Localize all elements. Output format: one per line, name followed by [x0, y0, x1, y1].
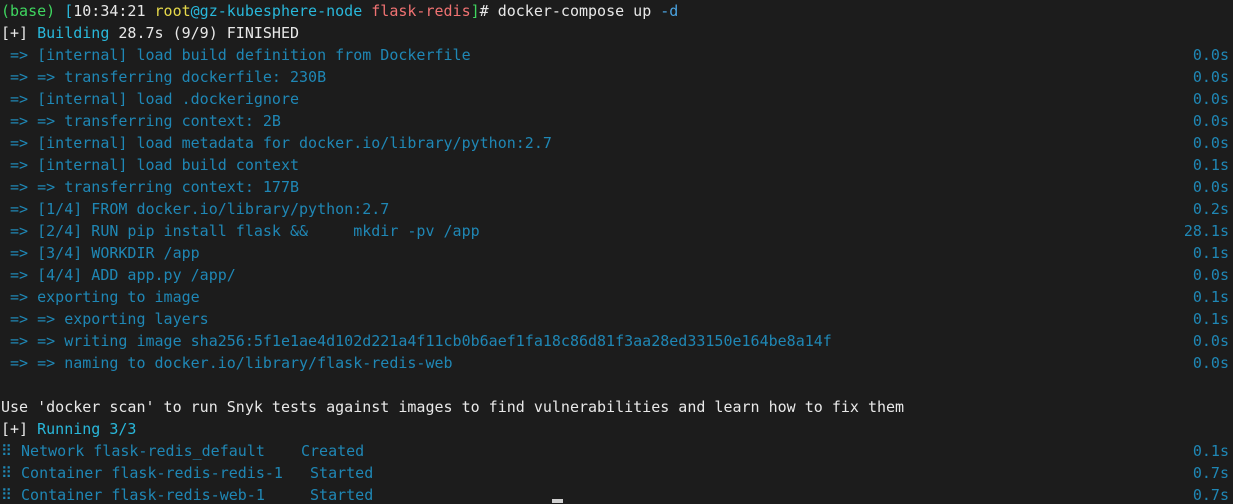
build-status: 28.7s (9/9) FINISHED: [118, 24, 300, 42]
scan-notice-line: Use 'docker scan' to run Snyk tests agai…: [0, 396, 1233, 418]
build-step-time: 0.0s: [1192, 112, 1229, 130]
run-item-left: ⠿ Network flask-redis_default Created: [1, 440, 364, 462]
prompt-space-5: [651, 2, 660, 20]
run-item-text: Container flask-redis-web-1 Started: [12, 486, 374, 504]
run-item-text: Container flask-redis-redis-1 Started: [12, 464, 374, 482]
run-items-list: ⠿ Network flask-redis_default Created 0.1…: [0, 440, 1233, 504]
build-step-row: => [1/4] FROM docker.io/library/python:2…: [0, 198, 1233, 220]
build-marker: [+]: [1, 24, 29, 42]
build-step-row: => [internal] load build context 0.1s: [0, 154, 1233, 176]
run-item-left: ⠿ Container flask-redis-web-1 Started: [1, 484, 373, 504]
build-step-time: 0.0s: [1192, 46, 1229, 64]
build-step-row: => => transferring dockerfile: 230B 0.0s: [0, 66, 1233, 88]
scan-notice-text: Use 'docker scan' to run Snyk tests agai…: [1, 398, 905, 416]
braille-spinner-icon: ⠿: [1, 442, 12, 460]
prompt-cwd: flask-redis: [371, 2, 471, 20]
build-step-row: => [3/4] WORKDIR /app 0.1s: [0, 242, 1233, 264]
prompt-open-bracket: [: [64, 2, 74, 20]
braille-spinner-icon: ⠿: [1, 464, 12, 482]
build-step-time: 0.1s: [1192, 310, 1229, 328]
running-header-space: [28, 420, 37, 438]
command-text: docker-compose up: [497, 2, 652, 20]
running-header-line: [+] Running 3/3: [0, 418, 1233, 440]
running-marker: [+]: [1, 420, 29, 438]
command-flag: -d: [660, 2, 679, 20]
build-step-row: => [internal] load .dockerignore 0.0s: [0, 88, 1233, 110]
build-step-text: => exporting to image: [1, 288, 200, 306]
prompt-line: (base) [10:34:21 root@gz-kubesphere-node…: [0, 0, 1233, 22]
build-step-row: => => exporting layers 0.1s: [0, 308, 1233, 330]
build-step-text: => => writing image sha256:5f1e1ae4d102d…: [1, 332, 832, 350]
braille-spinner-icon: ⠿: [1, 486, 12, 504]
prompt-space-4: [489, 2, 498, 20]
build-step-time: 28.1s: [1183, 222, 1229, 240]
build-step-time: 0.0s: [1192, 354, 1229, 372]
build-step-text: => => transferring dockerfile: 230B: [1, 68, 327, 86]
build-steps-list: => [internal] load build definition from…: [0, 44, 1233, 374]
text-cursor: [552, 499, 563, 503]
build-header-space-1: [28, 24, 37, 42]
build-step-time: 0.0s: [1192, 90, 1229, 108]
run-item-time: 0.7s: [1192, 486, 1229, 504]
prompt-space-3: [362, 2, 371, 20]
build-step-row: => [4/4] ADD app.py /app/0.0s: [0, 264, 1233, 286]
build-step-time: 0.2s: [1192, 200, 1229, 218]
build-step-row: => => transferring context: 177B 0.0s: [0, 176, 1233, 198]
build-step-text: => [internal] load metadata for docker.i…: [1, 134, 552, 152]
prompt-hash: #: [479, 2, 489, 20]
running-label: Running 3/3: [37, 420, 137, 438]
build-step-time: 0.1s: [1192, 156, 1229, 174]
build-label: Building: [37, 24, 110, 42]
prompt-time: 10:34:21: [73, 2, 146, 20]
prompt-space-2: [146, 2, 155, 20]
build-step-text: => [2/4] RUN pip install flask && mkdir …: [1, 222, 480, 240]
run-item-row: ⠿ Container flask-redis-web-1 Started 0.7…: [0, 484, 1233, 504]
build-step-time: 0.0s: [1192, 68, 1229, 86]
build-step-time: 0.0s: [1192, 332, 1229, 350]
build-step-time: 0.0s: [1192, 266, 1229, 284]
build-step-text: => [internal] load build definition from…: [1, 46, 471, 64]
run-item-text: Network flask-redis_default Created: [12, 442, 365, 460]
build-step-text: => [4/4] ADD app.py /app/: [1, 266, 236, 284]
build-header-line: [+] Building 28.7s (9/9) FINISHED: [0, 22, 1233, 44]
build-step-row: => [internal] load build definition from…: [0, 44, 1233, 66]
prompt-user: root: [154, 2, 191, 20]
build-step-text: => => exporting layers: [1, 310, 209, 328]
prompt-close-bracket: ]: [470, 2, 480, 20]
prompt-host: @gz-kubesphere-node: [190, 2, 363, 20]
build-step-text: => [1/4] FROM docker.io/library/python:2…: [1, 200, 390, 218]
build-step-row: => exporting to image 0.1s: [0, 286, 1233, 308]
build-step-row: => => transferring context: 2B 0.0s: [0, 110, 1233, 132]
run-item-left: ⠿ Container flask-redis-redis-1 Started: [1, 462, 373, 484]
run-item-time: 0.1s: [1192, 442, 1229, 460]
build-step-time: 0.1s: [1192, 244, 1229, 262]
build-step-time: 0.0s: [1192, 178, 1229, 196]
run-item-row: ⠿ Container flask-redis-redis-1 Started 0…: [0, 462, 1233, 484]
prompt-space-1: [55, 2, 64, 20]
build-step-text: => => naming to docker.io/library/flask-…: [1, 354, 453, 372]
build-step-row: => => writing image sha256:5f1e1ae4d102d…: [0, 330, 1233, 352]
build-step-row: => [internal] load metadata for docker.i…: [0, 132, 1233, 154]
build-step-text: => => transferring context: 2B: [1, 112, 281, 130]
build-step-text: => [internal] load .dockerignore: [1, 90, 300, 108]
conda-env-label: (base): [1, 2, 56, 20]
build-step-text: => [3/4] WORKDIR /app: [1, 244, 200, 262]
run-item-time: 0.7s: [1192, 464, 1229, 482]
build-step-time: 0.0s: [1192, 134, 1229, 152]
build-step-row: => [2/4] RUN pip install flask && mkdir …: [0, 220, 1233, 242]
terminal-window[interactable]: (base) [10:34:21 root@gz-kubesphere-node…: [0, 0, 1233, 504]
run-item-row: ⠿ Network flask-redis_default Created 0.1…: [0, 440, 1233, 462]
build-step-text: => => transferring context: 177B: [1, 178, 300, 196]
build-step-row: => => naming to docker.io/library/flask-…: [0, 352, 1233, 374]
build-step-text: => [internal] load build context: [1, 156, 300, 174]
build-step-time: 0.1s: [1192, 288, 1229, 306]
